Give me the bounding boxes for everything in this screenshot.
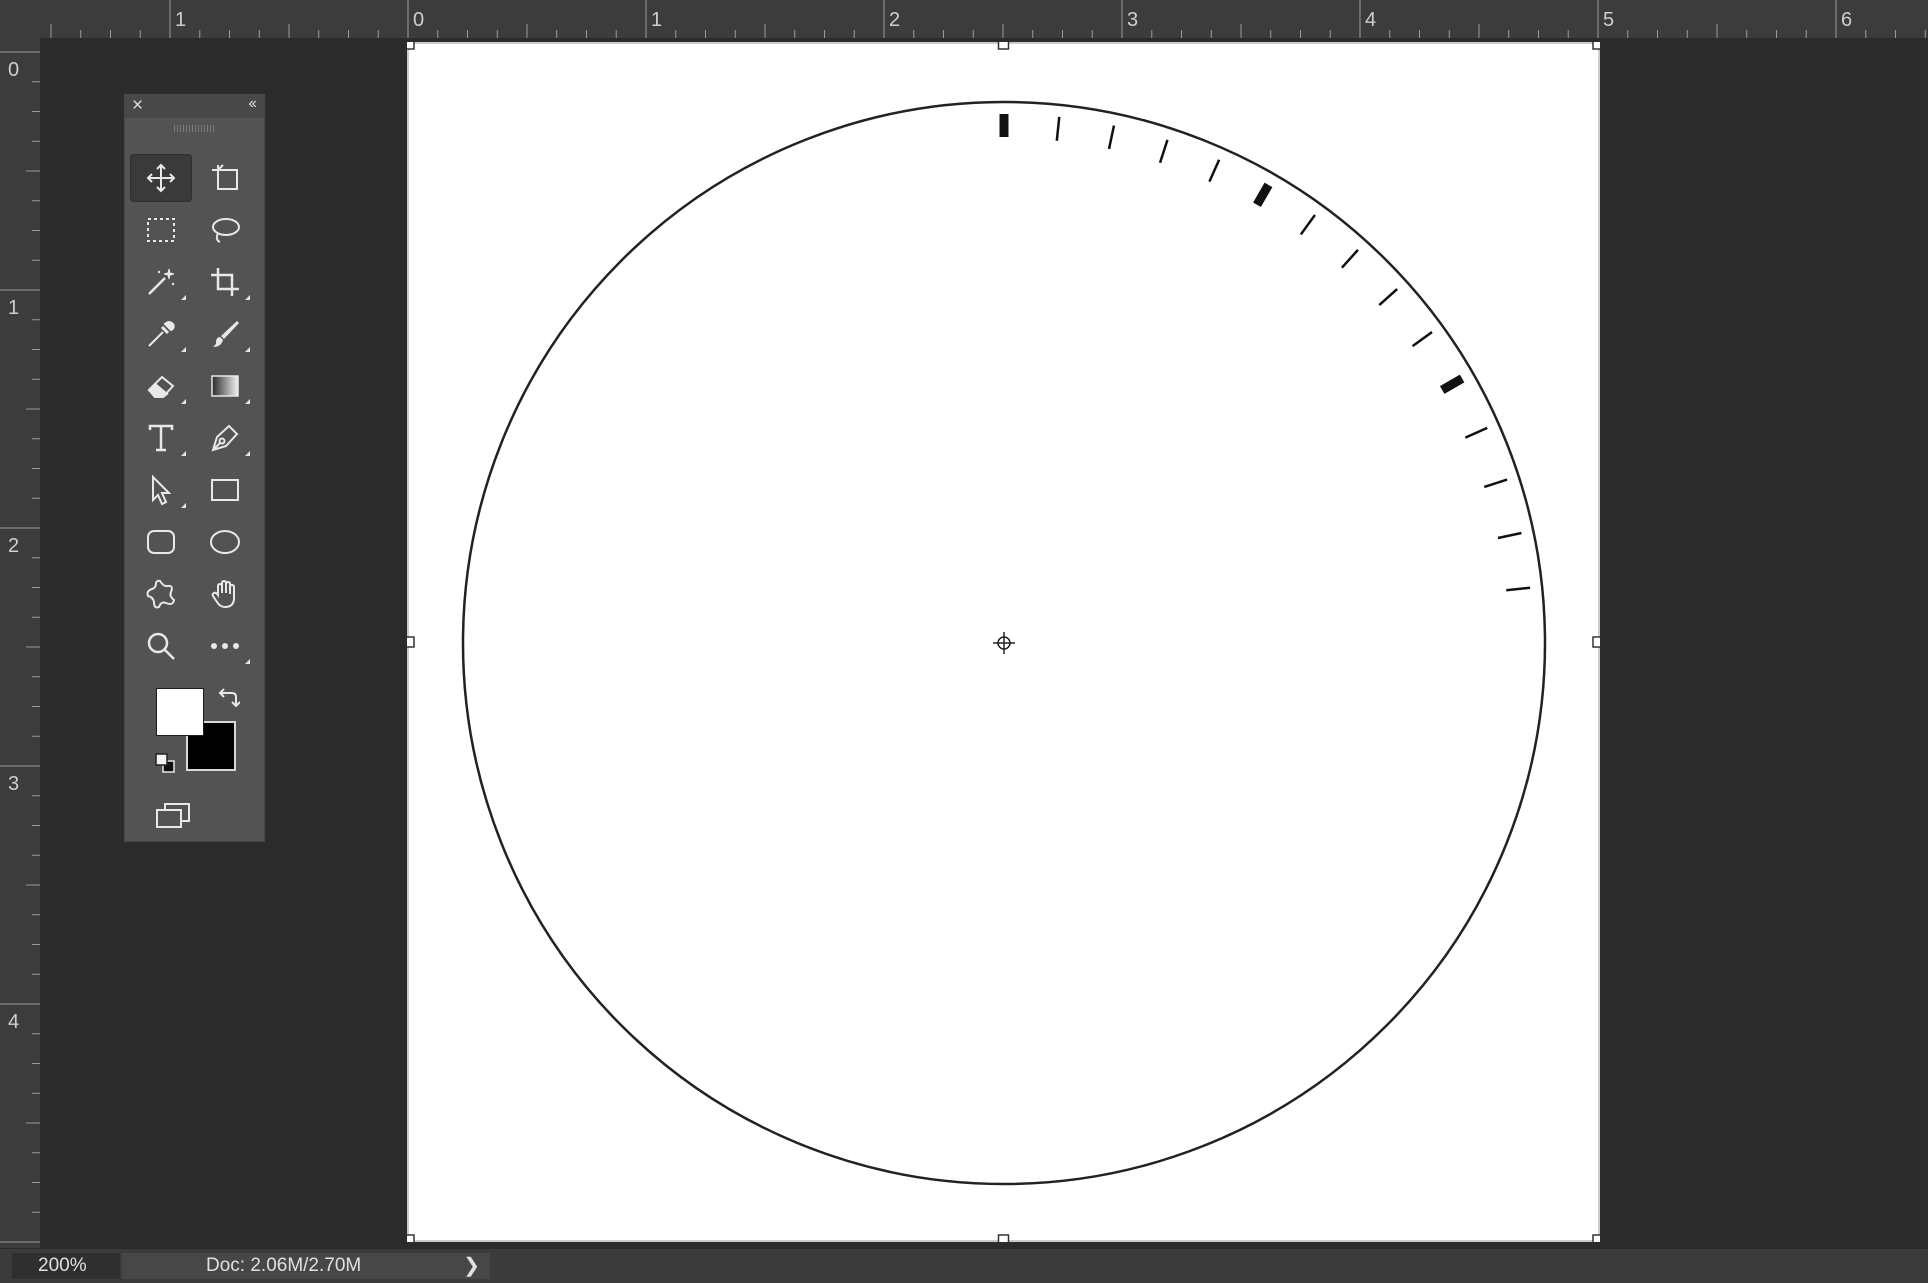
pen-tool[interactable]: [194, 414, 256, 462]
magic-wand-tool[interactable]: [130, 258, 192, 306]
minor-tick-mark: [1483, 478, 1508, 489]
swap-colors-icon[interactable]: [218, 686, 240, 708]
collapse-icon[interactable]: ‹‹: [248, 95, 257, 113]
crop-tool[interactable]: [194, 258, 256, 306]
minor-tick-mark: [1340, 249, 1359, 269]
doc-size-text: Doc: 2.06M/2.70M: [206, 1255, 362, 1276]
transform-handle[interactable]: [407, 1234, 415, 1242]
horizontal-ruler-label: 1: [175, 9, 186, 31]
minor-tick-mark: [1506, 586, 1531, 592]
marquee-icon: [147, 218, 175, 242]
minor-tick-mark: [1411, 331, 1433, 348]
custom-shape-icon: [146, 579, 176, 609]
eraser-icon: [147, 375, 175, 398]
status-bar: 200% Doc: 2.06M/2.70M ❯: [0, 1248, 1928, 1283]
minor-tick-mark: [1055, 116, 1061, 141]
minor-tick-mark: [1464, 426, 1488, 439]
rectangle-tool[interactable]: [194, 466, 256, 514]
horizontal-ruler-label: 6: [1841, 9, 1852, 31]
crop-icon: [211, 268, 239, 296]
horizontal-ruler-label: 4: [1365, 9, 1376, 31]
minor-tick-mark: [1107, 125, 1116, 150]
gradient-tool[interactable]: [194, 362, 256, 410]
ellipsis-icon: [211, 643, 239, 649]
rectangle-icon: [211, 479, 239, 501]
major-tick-mark: [1253, 182, 1273, 208]
transform-handle[interactable]: [407, 636, 415, 648]
vertical-ruler-label: 0: [8, 59, 19, 81]
major-tick-mark: [1439, 374, 1465, 394]
rectangular-marquee-tool[interactable]: [130, 206, 192, 254]
minor-tick-mark: [1299, 214, 1316, 236]
zoom-tool[interactable]: [130, 622, 192, 670]
path-selection-tool[interactable]: [130, 466, 192, 514]
minor-tick-mark: [1497, 531, 1522, 540]
close-icon[interactable]: ×: [132, 95, 143, 117]
gradient-icon: [211, 375, 239, 397]
vertical-ruler-label: 1: [8, 297, 19, 319]
eraser-tool[interactable]: [130, 362, 192, 410]
transform-handle[interactable]: [997, 1234, 1010, 1242]
eyedropper-tool[interactable]: [130, 310, 192, 358]
vertical-ruler-label: 4: [8, 1011, 19, 1033]
zoom-icon: [147, 632, 175, 660]
rounded-rectangle-icon: [147, 530, 175, 554]
horizontal-ruler-label: 1: [651, 9, 662, 31]
chevron-right-icon[interactable]: ❯: [463, 1253, 480, 1279]
type-tool[interactable]: [130, 414, 192, 462]
custom-shape-tool[interactable]: [130, 570, 192, 618]
drag-handle[interactable]: [174, 125, 214, 132]
brush-icon: [213, 321, 239, 347]
horizontal-ruler-label: 0: [413, 9, 424, 31]
minor-tick-mark: [1378, 288, 1398, 307]
foreground-color-swatch[interactable]: [156, 688, 204, 736]
pen-icon: [211, 424, 239, 452]
zoom-level-field[interactable]: 200%: [12, 1253, 120, 1279]
vertical-ruler-label: 3: [8, 773, 19, 795]
move-tool[interactable]: [130, 154, 192, 202]
transform-handle[interactable]: [1592, 1234, 1600, 1242]
artboard-tool[interactable]: [194, 154, 256, 202]
horizontal-ruler-label: 5: [1603, 9, 1614, 31]
vertical-ruler[interactable]: 012345: [0, 38, 41, 1248]
screen-mode-icon: [156, 803, 190, 828]
tools-panel-header[interactable]: × ‹‹: [124, 94, 265, 118]
reference-point-icon[interactable]: [993, 632, 1015, 654]
move-icon: [146, 163, 176, 193]
artboard-icon: [212, 164, 238, 190]
ellipse-tool[interactable]: [194, 518, 256, 566]
doc-info-area[interactable]: Doc: 2.06M/2.70M ❯: [122, 1253, 490, 1279]
minor-tick-mark: [1158, 139, 1169, 164]
ellipse-icon: [210, 530, 240, 554]
hand-tool[interactable]: [194, 570, 256, 618]
tools-panel: × ‹‹: [123, 93, 266, 843]
transform-handle[interactable]: [997, 42, 1010, 50]
horizontal-ruler[interactable]: 1 0 1 2 3 4 5 6: [40, 0, 1928, 39]
transform-handle[interactable]: [407, 42, 415, 50]
eyedropper-icon: [148, 321, 175, 347]
type-icon: [148, 424, 174, 452]
default-colors-icon[interactable]: [154, 752, 176, 774]
vertical-ruler-label: 2: [8, 535, 19, 557]
lasso-icon: [212, 218, 240, 243]
screen-mode-button[interactable]: [142, 794, 204, 838]
horizontal-ruler-label: 2: [889, 9, 900, 31]
brush-tool[interactable]: [194, 310, 256, 358]
hand-icon: [211, 579, 235, 609]
transform-handle[interactable]: [1592, 636, 1600, 648]
transform-handle[interactable]: [1592, 42, 1600, 50]
horizontal-ruler-label: 3: [1127, 9, 1138, 31]
minor-tick-mark: [1208, 159, 1221, 183]
lasso-tool[interactable]: [194, 206, 256, 254]
document-canvas[interactable]: [407, 42, 1600, 1242]
arrow-icon: [152, 474, 172, 506]
more-tools[interactable]: [194, 622, 256, 670]
magic-wand-icon: [148, 268, 175, 295]
ruler-corner[interactable]: [0, 0, 41, 39]
rounded-rectangle-tool[interactable]: [130, 518, 192, 566]
